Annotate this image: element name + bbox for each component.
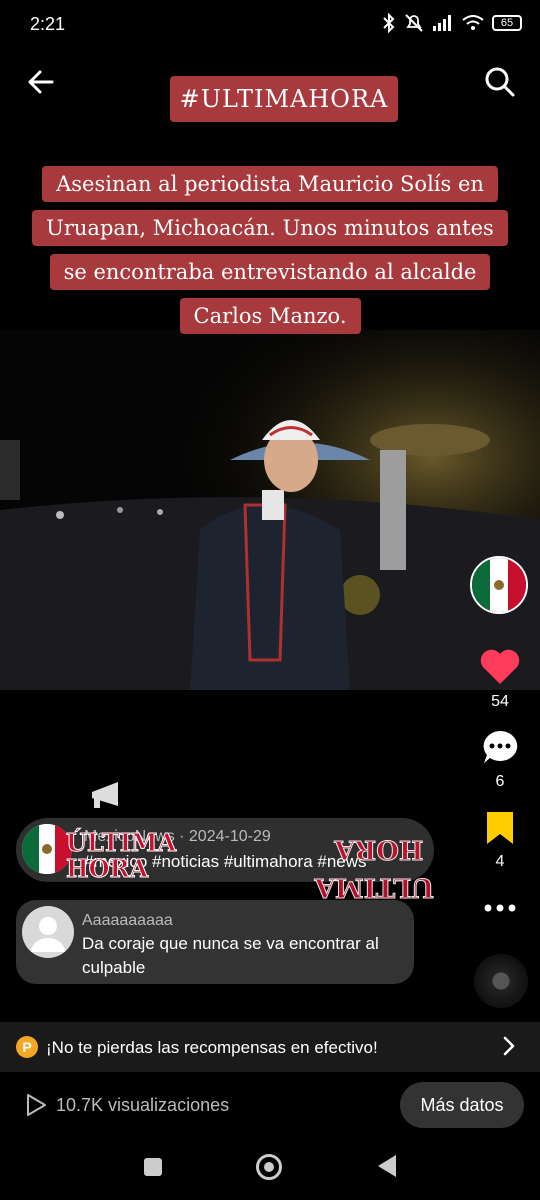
status-bar: 2:21 65: [0, 0, 540, 50]
battery-indicator: 65: [492, 15, 522, 31]
coin-icon: P: [16, 1036, 38, 1058]
hashtag-banner: #ULTIMAHORA: [170, 76, 398, 122]
creator-avatar[interactable]: [470, 556, 528, 614]
system-back-button[interactable]: [378, 1155, 396, 1177]
bookmark-icon: [487, 812, 513, 844]
mute-icon: [405, 14, 423, 32]
more-options-button[interactable]: [470, 900, 530, 921]
search-button[interactable]: [482, 64, 518, 100]
recents-button[interactable]: [144, 1158, 162, 1176]
default-user-icon: [31, 917, 65, 952]
save-action[interactable]: 4: [470, 810, 530, 871]
video-frame[interactable]: [0, 330, 540, 690]
ultima-hora-watermark-left: ÚLTIMA HORA: [66, 780, 177, 910]
comment-bubble-icon: [483, 730, 518, 763]
save-count: 4: [495, 853, 505, 870]
watermark-right-text: ULTIMA HORA: [314, 834, 434, 903]
reward-text: ¡No te pierdas las recompensas en efecti…: [46, 1038, 378, 1057]
commenter-username: Aaaaaaaaaa: [82, 912, 173, 929]
music-disc-icon[interactable]: [474, 954, 528, 1008]
more-data-button[interactable]: Más datos: [400, 1082, 524, 1128]
heart-icon: [480, 649, 520, 684]
views-count: 10.7K visualizaciones: [56, 1094, 230, 1115]
home-button[interactable]: [256, 1154, 282, 1180]
like-count: 54: [491, 693, 509, 710]
play-outline-icon: [27, 1094, 46, 1116]
watermark-left-text: ÚLTIMA HORA: [66, 828, 177, 883]
arrow-left-icon: [28, 70, 54, 94]
wifi-icon: [462, 15, 484, 30]
chevron-right-icon: [503, 1036, 515, 1056]
post-date: 2024-10-29: [188, 828, 271, 845]
reward-chevron-button[interactable]: [500, 1034, 518, 1058]
date-separator: ·: [174, 828, 189, 845]
commenter-avatar[interactable]: [22, 906, 74, 958]
views-row: 10.7K visualizaciones: [24, 1092, 229, 1118]
more-dots-icon: [484, 904, 516, 912]
back-button[interactable]: [22, 64, 62, 100]
mexico-flag-icon: [22, 824, 72, 874]
poster-avatar[interactable]: [22, 824, 72, 874]
bluetooth-icon: [383, 13, 395, 33]
headline-caption: Asesinan al periodista Mauricio Solís en…: [30, 162, 510, 338]
status-time: 2:21: [30, 14, 66, 34]
comment-text: Da coraje que nunca se va encontrar al c…: [82, 934, 379, 977]
status-icons: 65: [382, 13, 522, 33]
comment-count: 6: [495, 773, 505, 790]
search-icon: [485, 67, 515, 97]
mexico-flag-icon: [472, 558, 526, 612]
signal-icon: [433, 15, 451, 31]
like-action[interactable]: 54: [470, 648, 530, 711]
megaphone-icon: [92, 782, 118, 808]
comment-action[interactable]: 6: [470, 728, 530, 791]
headline-text: Asesinan al periodista Mauricio Solís en…: [32, 166, 508, 334]
